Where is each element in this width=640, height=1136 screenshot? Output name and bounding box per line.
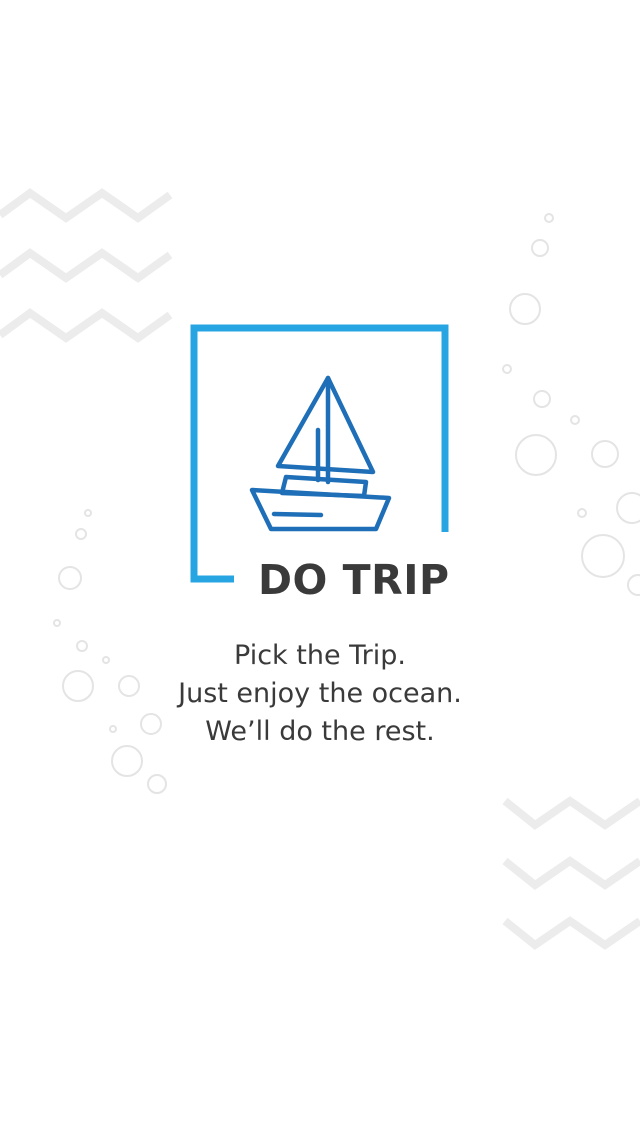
tagline-line-2: Just enjoy the ocean. [178,678,462,709]
bubbles-right-icon [502,213,640,596]
tagline-line-3: We’ll do the rest. [205,716,435,747]
logo-frame [190,324,449,583]
zigzag-waves-top-left-icon [0,188,173,343]
splash-screen: DO TRIP Pick the Trip. Just enjoy the oc… [0,0,640,1136]
zigzag-waves-bottom-right-icon [502,796,640,950]
tagline: Pick the Trip. Just enjoy the ocean. We’… [0,637,640,751]
brand-title: DO TRIP [258,556,450,604]
sailboat-icon [249,375,392,532]
tagline-line-1: Pick the Trip. [234,640,406,671]
